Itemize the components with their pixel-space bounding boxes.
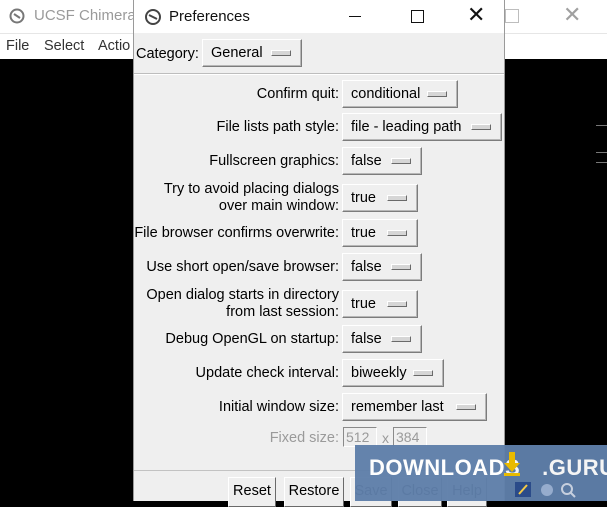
label-line: Open dialog starts in directory (146, 287, 339, 303)
category-label: Category: (136, 46, 199, 62)
menu-indicator-icon (387, 301, 407, 307)
confirm-quit-menu[interactable]: conditional (342, 80, 458, 108)
menu-indicator-icon (387, 230, 407, 236)
label-line: over main window: (218, 198, 339, 214)
open-dialog-last-directory-value: true (351, 296, 376, 312)
system-tray-icons (515, 482, 576, 498)
downloads-guru-watermark: DOWNLOADS.GURU (355, 445, 607, 501)
open-dialog-last-directory-menu[interactable]: true (342, 290, 418, 318)
maximize-icon[interactable] (411, 10, 424, 23)
close-icon[interactable]: ✕ (563, 3, 581, 27)
avoid-dialogs-over-main-value: true (351, 190, 376, 206)
menu-select[interactable]: Select (44, 38, 84, 54)
fixed-size-separator: x (382, 430, 389, 446)
label-line: Confirm quit: (256, 85, 339, 102)
file-lists-path-style-value: file - leading path (351, 119, 462, 135)
menu-indicator-icon (271, 50, 291, 56)
canvas-edge-mark (596, 162, 607, 169)
chimera-app-icon (145, 9, 161, 25)
confirm-quit-value: conditional (351, 86, 421, 102)
menu-indicator-icon (413, 370, 433, 376)
chimera-app-icon (9, 8, 25, 24)
fixed-width-field[interactable]: 512 (343, 427, 377, 447)
avoid-dialogs-over-main-menu[interactable]: true (342, 184, 418, 212)
open-dialog-last-directory-label: Open dialog starts in directory from last… (146, 287, 339, 321)
short-open-save-browser-value: false (351, 259, 382, 275)
file-lists-path-style-label: File lists path style: (217, 119, 340, 136)
label-line: Initial window size: (218, 398, 339, 415)
file-browser-confirms-overwrite-label: File browser confirms overwrite: (134, 225, 339, 242)
file-browser-confirms-overwrite-value: true (351, 225, 376, 241)
avoid-dialogs-over-main-label: Try to avoid placing dialogs over main wi… (164, 181, 339, 215)
menu-indicator-icon (456, 404, 476, 410)
category-value: General (211, 45, 263, 61)
fixed-height-field[interactable]: 384 (393, 427, 427, 447)
watermark-text: DOWNLOADS.GURU (369, 455, 607, 480)
file-browser-confirms-overwrite-menu[interactable]: true (342, 219, 418, 247)
label-line: File lists path style: (216, 118, 340, 135)
initial-window-size-value: remember last (351, 399, 444, 415)
debug-opengl-startup-label: Debug OpenGL on startup: (165, 331, 339, 348)
canvas-edge-mark (596, 125, 607, 132)
label-line: from last session: (226, 304, 339, 320)
menu-indicator-icon (427, 91, 447, 97)
confirm-quit-label: Confirm quit: (257, 86, 339, 103)
label-line: Debug OpenGL on startup: (165, 330, 339, 347)
fullscreen-graphics-label: Fullscreen graphics: (209, 153, 339, 170)
update-check-interval-menu[interactable]: biweekly (342, 359, 444, 387)
label-line: Use short open/save browser: (146, 258, 339, 275)
category-row: Category: General (134, 36, 504, 70)
debug-opengl-startup-value: false (351, 331, 382, 347)
canvas-edge-mark (596, 152, 607, 159)
preferences-dialog: Preferences ✕ Category: General Confirm … (133, 0, 505, 507)
update-check-interval-label: Update check interval: (196, 365, 339, 382)
reset-button[interactable]: Reset (228, 477, 276, 507)
fixed-size-label: Fixed size: (269, 430, 339, 446)
separator (134, 73, 504, 75)
fullscreen-graphics-value: false (351, 153, 382, 169)
category-menu[interactable]: General (202, 39, 302, 67)
short-open-save-browser-label: Use short open/save browser: (146, 259, 339, 276)
menu-file[interactable]: File (6, 38, 29, 54)
short-open-save-browser-menu[interactable]: false (342, 253, 422, 281)
label-line: Update check interval: (195, 364, 339, 381)
label-line: File browser confirms overwrite: (134, 224, 339, 241)
update-check-interval-value: biweekly (351, 365, 407, 381)
menu-indicator-icon (391, 336, 411, 342)
preferences-titlebar: Preferences ✕ (134, 0, 504, 33)
initial-window-size-menu[interactable]: remember last (342, 393, 487, 421)
debug-opengl-startup-menu[interactable]: false (342, 325, 422, 353)
chimera-window-title: UCSF Chimera (34, 7, 136, 24)
label-line: Fullscreen graphics: (209, 152, 339, 169)
initial-window-size-label: Initial window size: (219, 399, 339, 416)
dialog-title: Preferences (169, 8, 250, 25)
menu-indicator-icon (391, 158, 411, 164)
minimize-icon[interactable] (349, 16, 361, 17)
restore-button[interactable]: Restore (284, 477, 344, 507)
menu-actions[interactable]: Actio (98, 38, 130, 54)
label-line: Try to avoid placing dialogs (163, 181, 339, 197)
file-lists-path-style-menu[interactable]: file - leading path (342, 113, 502, 141)
download-arrow-icon (504, 452, 520, 476)
menu-indicator-icon (391, 264, 411, 270)
menu-indicator-icon (471, 124, 491, 130)
maximize-icon[interactable] (505, 9, 519, 23)
fullscreen-graphics-menu[interactable]: false (342, 147, 422, 175)
close-icon[interactable]: ✕ (467, 3, 485, 27)
menu-indicator-icon (387, 195, 407, 201)
